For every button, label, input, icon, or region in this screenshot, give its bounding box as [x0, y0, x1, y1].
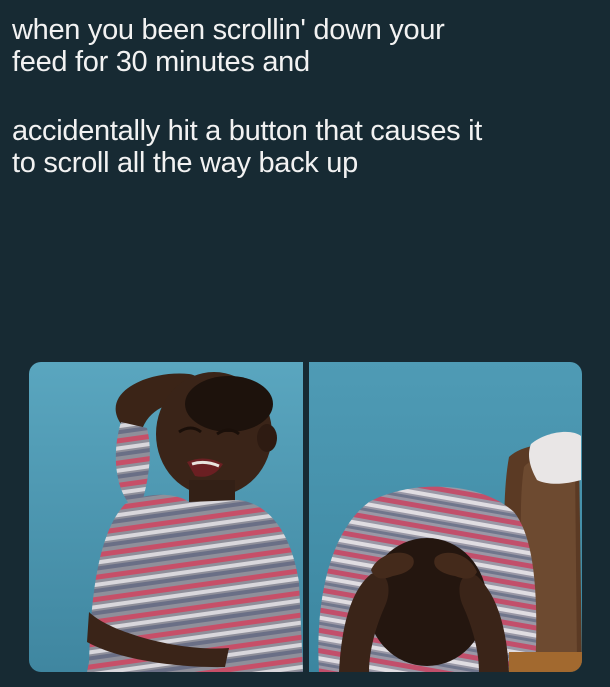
- photo-boy-head-in-hands: [309, 362, 582, 672]
- caption-top-line-1: when you been scrollin' down your: [12, 14, 445, 46]
- caption-top: when you been scrollin' down your feed f…: [12, 14, 445, 78]
- caption-bottom-line-1: accidentally hit a button that causes it: [12, 115, 483, 147]
- crying-boy-illustration: [29, 362, 303, 672]
- caption-top-line-2: feed for 30 minutes and: [12, 46, 310, 78]
- photo-crying-boy: [29, 362, 303, 672]
- caption-bottom-line-2: to scroll all the way back up: [12, 147, 358, 179]
- boy-head-in-hands-illustration: [309, 362, 582, 672]
- caption-bottom: accidentally hit a button that causes it…: [12, 115, 482, 179]
